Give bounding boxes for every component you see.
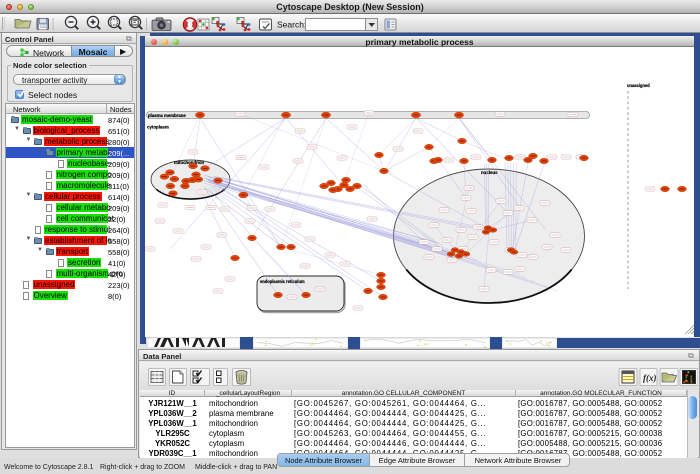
svg-text:cytoplasm: cytoplasm xyxy=(147,125,169,130)
svg-text:nucleus: nucleus xyxy=(481,170,498,175)
svg-text:endoplasmic reticulum: endoplasmic reticulum xyxy=(260,279,305,284)
svg-text:f(x): f(x) xyxy=(643,373,657,383)
svg-text:unassigned: unassigned xyxy=(627,83,650,88)
svg-text:Search:: Search: xyxy=(277,20,306,30)
svg-text:plasma membrane: plasma membrane xyxy=(148,113,186,118)
